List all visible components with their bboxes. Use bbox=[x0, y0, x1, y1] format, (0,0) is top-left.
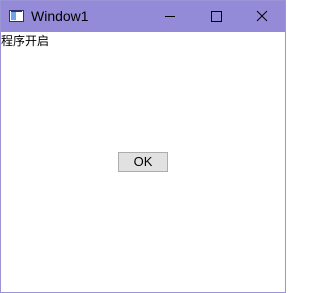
window-title: Window1 bbox=[31, 8, 89, 24]
minimize-icon bbox=[165, 16, 175, 17]
maximize-button[interactable] bbox=[193, 1, 239, 32]
title-bar[interactable]: Window1 bbox=[1, 1, 285, 32]
close-button[interactable] bbox=[239, 1, 285, 32]
status-label: 程序开启 bbox=[1, 34, 50, 48]
close-icon bbox=[256, 10, 268, 22]
ok-button[interactable]: OK bbox=[118, 152, 168, 172]
window-app-icon bbox=[9, 10, 24, 22]
app-window: Window1 程序开启 OK bbox=[0, 0, 286, 293]
maximize-icon bbox=[211, 11, 222, 22]
minimize-button[interactable] bbox=[147, 1, 193, 32]
